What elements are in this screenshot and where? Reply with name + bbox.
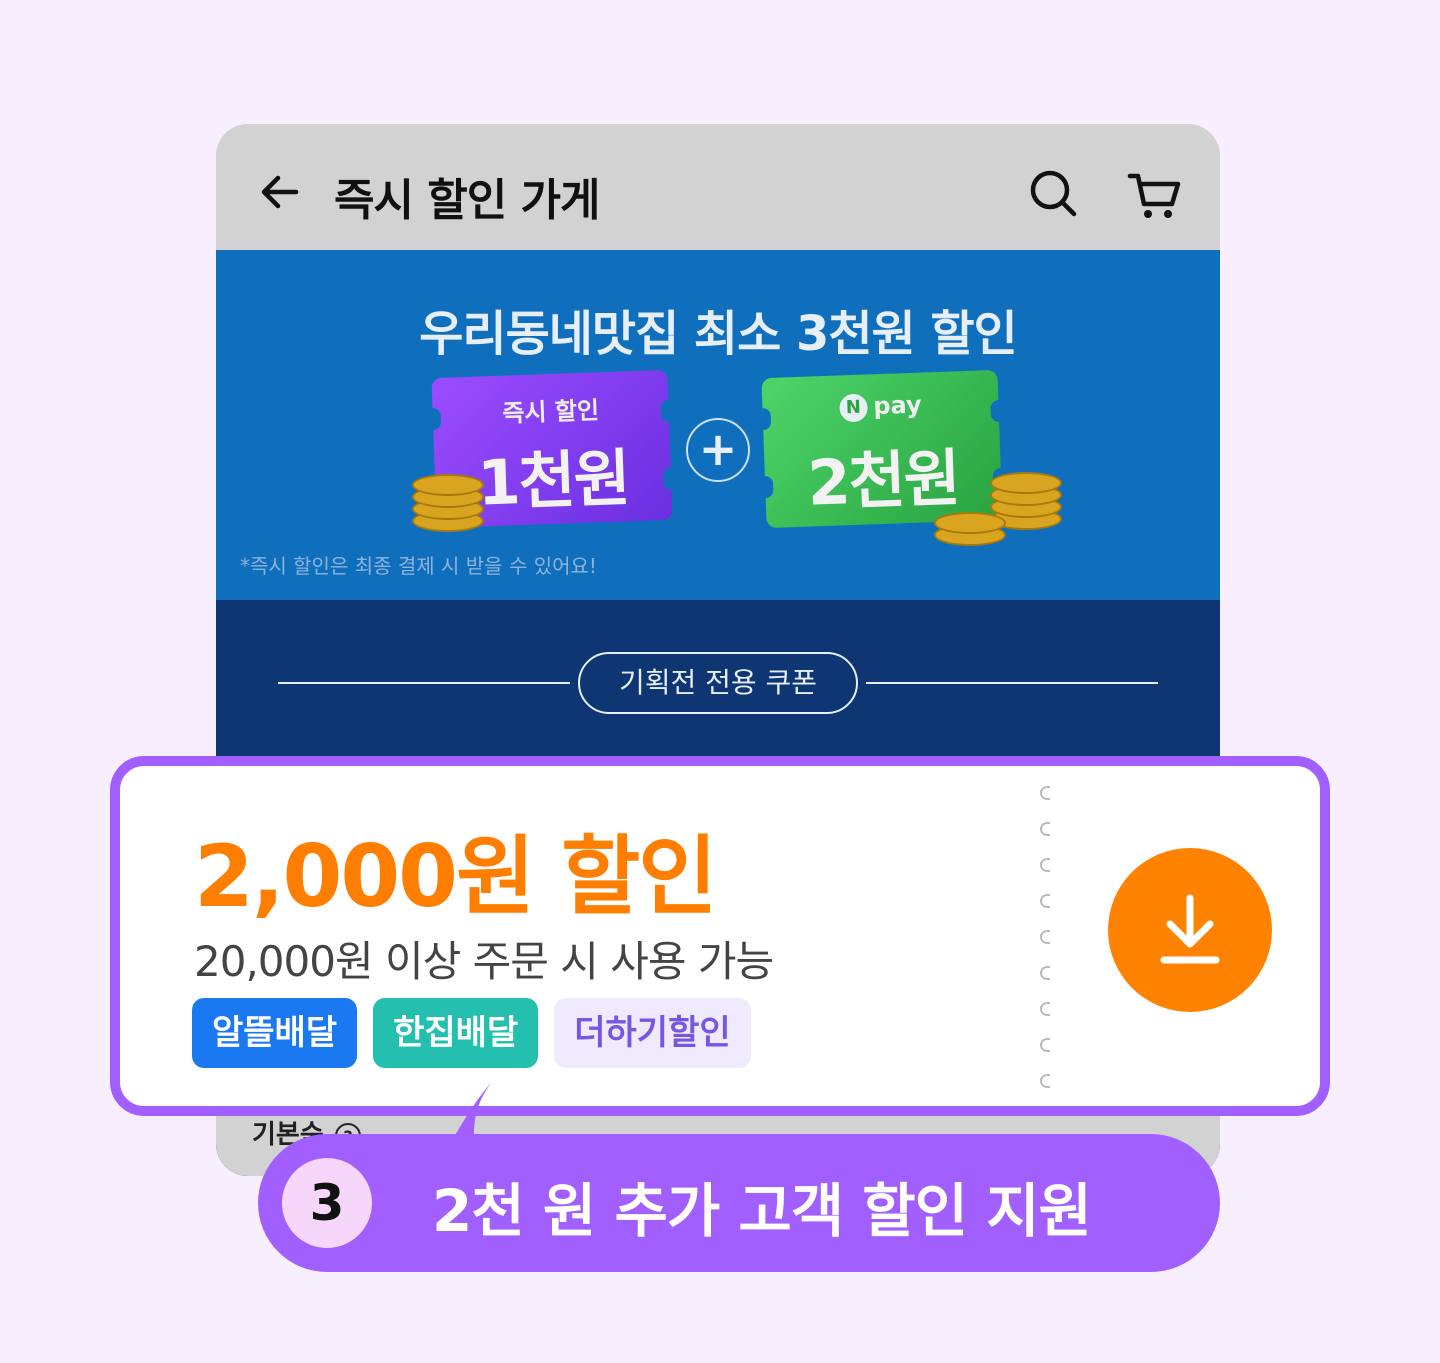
divider — [278, 682, 570, 684]
back-arrow-icon — [261, 175, 299, 209]
npay-logo: Npay — [762, 388, 999, 425]
cart-icon — [1127, 173, 1181, 218]
feature-callout: 3 2천 원 추가 고객 할인 지원 — [258, 1134, 1220, 1272]
promo-banner[interactable]: 우리동네맛집 최소 3천원 할인 즉시 할인 1천원 + Npay 2천원 *즉… — [216, 250, 1220, 600]
back-button[interactable] — [256, 168, 304, 216]
perforation — [1040, 786, 1054, 1116]
banner-title: 우리동네맛집 최소 3천원 할인 — [419, 306, 1017, 362]
npay-discount-ticket: Npay 2천원 — [754, 369, 1010, 529]
npay-label: pay — [872, 390, 923, 421]
ticket-label: 즉시 할인 — [501, 396, 600, 428]
coupon-amount: 2,000원 할인 — [194, 827, 717, 927]
search-icon — [1030, 170, 1077, 217]
tag-economy-delivery: 알뜰배달 — [192, 998, 358, 1068]
coupon-condition: 20,000원 이상 주문 시 사용 가능 — [194, 937, 774, 986]
divider — [866, 682, 1158, 684]
ticket-amount: 2천원 — [806, 441, 960, 520]
tag-single-delivery: 한집배달 — [373, 998, 539, 1068]
plus-icon: + — [686, 418, 750, 482]
tag-extra-discount: 더하기할인 — [554, 998, 751, 1068]
callout-text: 2천 원 추가 고객 할인 지원 — [432, 1177, 1092, 1245]
app-header: 즉시 할인 가게 — [216, 124, 1220, 250]
download-coupon-button[interactable] — [1108, 848, 1272, 1012]
section-label: 기획전 전용 쿠폰 — [578, 652, 858, 714]
step-number-badge: 3 — [282, 1158, 372, 1248]
coupon-card: 2,000원 할인 20,000원 이상 주문 시 사용 가능 알뜰배달 한집배… — [110, 756, 1330, 1116]
page-title: 즉시 할인 가게 — [334, 175, 601, 226]
cart-button[interactable] — [1126, 168, 1182, 224]
download-icon — [1160, 894, 1220, 964]
banner-note: *즉시 할인은 최종 결제 시 받을 수 있어요! — [240, 554, 597, 578]
search-button[interactable] — [1028, 168, 1080, 220]
coupon-tags: 알뜰배달 한집배달 더하기할인 — [192, 998, 751, 1068]
npay-icon: N — [838, 393, 868, 423]
